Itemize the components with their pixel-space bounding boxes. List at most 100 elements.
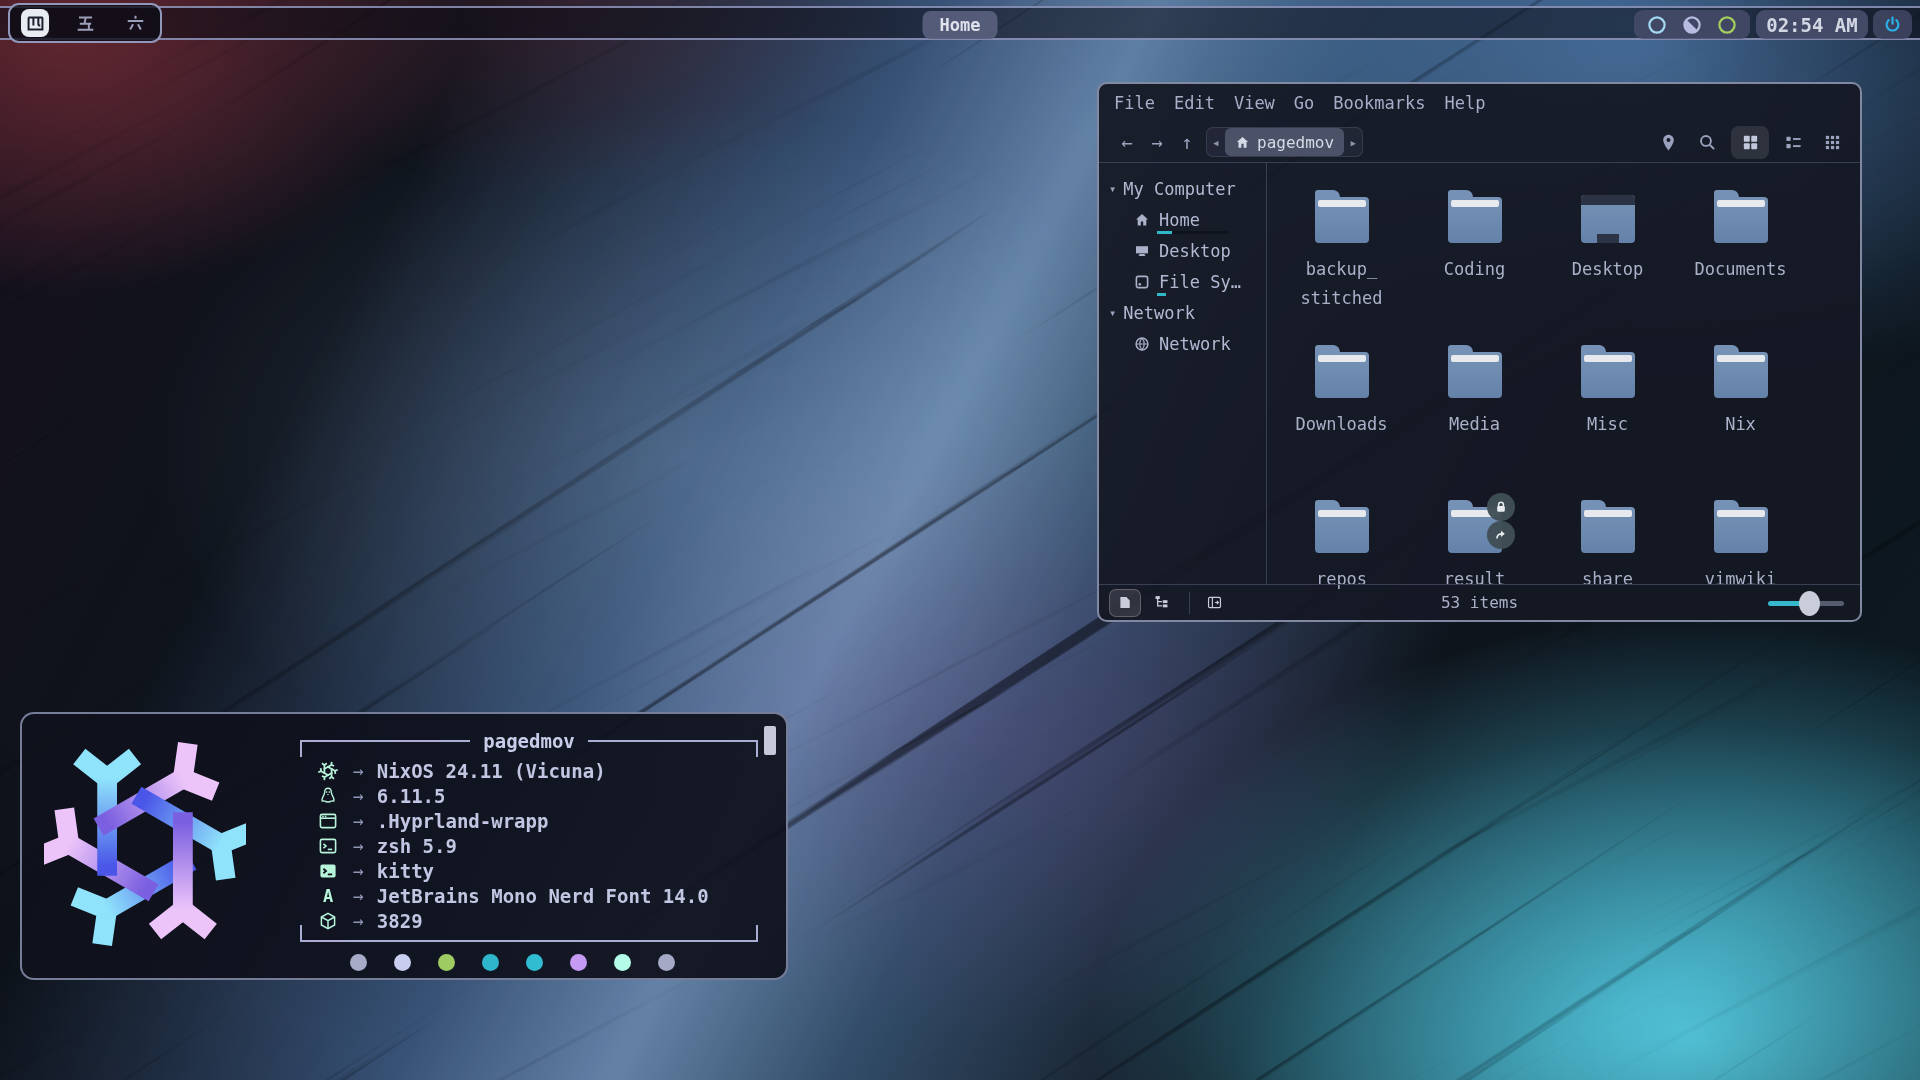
folder-icon [1315, 342, 1369, 398]
zoom-slider[interactable] [1768, 590, 1844, 616]
path-scroll-right-icon[interactable]: ▸ [1344, 135, 1362, 150]
file-manager-body: ▾My ComputerHomeDesktopFile Sy…▾NetworkN… [1099, 162, 1860, 584]
nixos-logo [44, 738, 246, 950]
status-circle-lavender-icon[interactable] [1682, 15, 1702, 35]
term-icon [316, 861, 340, 881]
file-label: Downloads [1295, 410, 1387, 439]
file-item-misc[interactable]: Misc [1541, 342, 1674, 497]
fetch-row-shell: →zsh 5.9 [316, 833, 758, 858]
fetch-box-corner [756, 740, 758, 757]
sidebar-section-network[interactable]: ▾Network [1099, 297, 1266, 328]
zoom-slider-thumb[interactable] [1799, 591, 1820, 616]
forward-button[interactable]: → [1142, 131, 1172, 153]
file-item-vimwiki[interactable]: vimwiki [1674, 497, 1807, 652]
active-underline [1157, 231, 1228, 234]
location-pin-icon[interactable] [1653, 127, 1683, 157]
file-item-share[interactable]: share [1541, 497, 1674, 652]
menu-edit[interactable]: Edit [1174, 93, 1215, 113]
file-manager-toolbar: ← → ↑ ◂ pagedmov ▸ [1099, 122, 1860, 162]
kernel-icon [316, 786, 340, 806]
status-circle-blue-icon[interactable] [1647, 15, 1667, 35]
file-item-repos[interactable]: repos [1275, 497, 1408, 652]
svg-text:A: A [323, 886, 333, 906]
show-files-button[interactable] [1109, 589, 1141, 617]
sidebar-section-my-computer[interactable]: ▾My Computer [1099, 173, 1266, 204]
menu-file[interactable]: File [1114, 93, 1155, 113]
arrow-icon: → [353, 910, 364, 931]
menu-bookmarks[interactable]: Bookmarks [1333, 93, 1425, 113]
folder-icon [1581, 342, 1635, 398]
path-location: pagedmov [1257, 133, 1334, 152]
compact-view-icon[interactable] [1778, 127, 1808, 157]
fetch-value: NixOS 24.11 (Vicuna) [377, 760, 606, 782]
file-item-coding[interactable]: Coding [1408, 187, 1541, 342]
toggle-sidebar-button[interactable] [1198, 589, 1230, 617]
palette-dot-1 [350, 954, 367, 971]
sidebar-item-home[interactable]: Home [1099, 204, 1266, 235]
file-item-backup_stitched[interactable]: backup_stitched [1275, 187, 1408, 342]
top-bar: Home 02:54 AM [0, 6, 1920, 40]
folder-icon [1448, 342, 1502, 398]
path-scroll-left-icon[interactable]: ◂ [1207, 135, 1225, 150]
fetch-row-kernel: →6.11.5 [316, 783, 758, 808]
power-button[interactable] [1873, 10, 1912, 39]
emblem-lock-icon [1487, 493, 1515, 521]
status-circle-green-icon[interactable] [1717, 15, 1737, 35]
file-item-desktop[interactable]: Desktop [1541, 187, 1674, 342]
up-button[interactable]: ↑ [1172, 131, 1202, 153]
home-icon [1235, 135, 1250, 150]
file-manager-statusbar: 53 items [1099, 584, 1860, 620]
menu-go[interactable]: Go [1294, 93, 1314, 113]
emblem-link-icon [1487, 521, 1515, 549]
folder-icon [1581, 497, 1635, 553]
search-icon[interactable] [1692, 127, 1722, 157]
workspace-switcher [8, 3, 162, 43]
fetch-value: 6.11.5 [377, 785, 446, 807]
file-label: Documents [1694, 255, 1786, 284]
file-item-result[interactable]: result [1408, 497, 1541, 652]
icon-view-button[interactable] [1731, 126, 1769, 159]
system-tray [1634, 10, 1750, 39]
file-manager-menubar: File Edit View Go Bookmarks Help [1099, 84, 1860, 122]
collapse-triangle-icon: ▾ [1109, 306, 1116, 320]
fetch-row-term: →kitty [316, 858, 758, 883]
sidebar-section-label: My Computer [1123, 179, 1236, 199]
file-item-media[interactable]: Media [1408, 342, 1541, 497]
fetch-header-line-left [300, 740, 470, 742]
thumbnail-view-icon[interactable] [1817, 127, 1847, 157]
sidebar-item-desktop[interactable]: Desktop [1099, 235, 1266, 266]
path-tab-home[interactable]: pagedmov [1225, 128, 1344, 156]
back-button[interactable]: ← [1112, 131, 1142, 153]
terminal-color-palette [350, 954, 675, 971]
file-grid: backup_stitchedCodingDesktop Documents Dow… [1267, 163, 1860, 584]
file-label: Media [1449, 410, 1500, 439]
menu-help[interactable]: Help [1444, 93, 1485, 113]
folder-icon [1315, 497, 1369, 553]
fetch-row-wm: →.Hyprland-wrapp [316, 808, 758, 833]
file-item-documents[interactable]: Documents [1674, 187, 1807, 342]
file-item-downloads[interactable]: Downloads [1275, 342, 1408, 497]
fetch-box-corner [300, 740, 302, 757]
folder-icon [1714, 187, 1768, 243]
menu-view[interactable]: View [1234, 93, 1275, 113]
tree-view-button[interactable] [1145, 589, 1177, 617]
drive-icon [1134, 274, 1150, 290]
palette-dot-8 [658, 954, 675, 971]
sidebar-item-filesy[interactable]: File Sy… [1099, 266, 1266, 297]
arrow-icon: → [353, 835, 364, 856]
sidebar-item-label: File Sy… [1159, 272, 1241, 292]
fetch-header-line-right [588, 740, 758, 742]
home-icon [1134, 212, 1150, 228]
sidebar-item-network[interactable]: Network [1099, 328, 1266, 359]
clock: 02:54 AM [1756, 10, 1868, 39]
workspace-1-active[interactable] [21, 9, 49, 37]
file-item-nix[interactable]: Nix [1674, 342, 1807, 497]
sidebar-item-label: Network [1159, 334, 1231, 354]
file-label: Misc [1587, 410, 1628, 439]
folder-icon [1315, 187, 1369, 243]
active-window-title: Home [923, 11, 998, 39]
nix-icon [316, 761, 340, 781]
toolbar-right [1653, 126, 1847, 159]
workspace-3[interactable] [121, 9, 149, 37]
workspace-2[interactable] [71, 9, 99, 37]
